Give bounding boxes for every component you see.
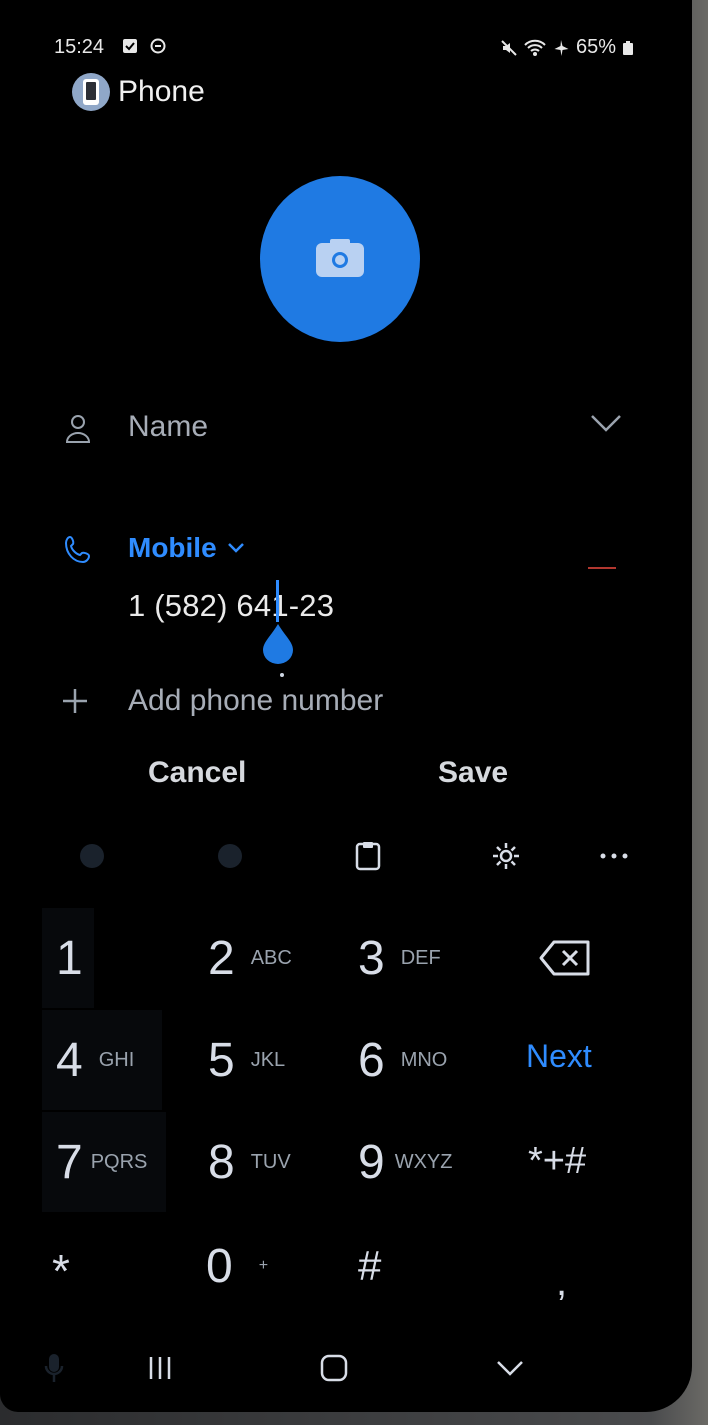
key-letters: PQRS [90, 1150, 148, 1173]
key-digit: 7 [56, 1135, 83, 1189]
key-digit: 5 [208, 1033, 235, 1087]
back-chevron-down-icon[interactable] [490, 1348, 530, 1388]
gear-icon[interactable] [490, 840, 522, 872]
phone-number-input[interactable]: 1 (582) 641-23 [128, 588, 334, 624]
key-1[interactable]: 1 [42, 908, 94, 1008]
backspace-key[interactable] [538, 908, 598, 1008]
key-letters: ABC [250, 946, 292, 969]
key-digit: 6 [358, 1033, 385, 1087]
airplane-icon [554, 39, 569, 56]
key-digit: 1 [56, 931, 83, 985]
status-time: 15:24 [54, 36, 105, 58]
battery-icon [623, 40, 633, 55]
app-bar: Phone [72, 72, 205, 112]
key-8[interactable]: 8 TUV [208, 1112, 328, 1212]
more-options-icon[interactable] [598, 840, 630, 872]
key-7[interactable]: 7 PQRS [42, 1112, 166, 1212]
phone-icon [64, 535, 91, 564]
key-letters: WXYZ [394, 1150, 453, 1173]
key-digit: 3 [358, 931, 385, 985]
key-digit: 4 [56, 1033, 83, 1087]
clipboard-icon[interactable] [352, 840, 384, 872]
status-bar: 15:24 65% [54, 30, 634, 64]
chevron-down-icon[interactable] [586, 408, 626, 438]
key-letters: MNO [400, 1048, 448, 1071]
text-cursor [276, 580, 279, 622]
voice-input-icon[interactable] [34, 1348, 74, 1388]
key-letters: TUV [250, 1150, 291, 1173]
check-icon [123, 39, 137, 53]
app-title: Phone [118, 75, 205, 108]
camera-icon [316, 239, 364, 277]
key-0[interactable]: 0 + [206, 1216, 306, 1316]
key-4[interactable]: 4 GHI [42, 1010, 162, 1110]
hash-key[interactable]: # [358, 1242, 381, 1290]
key-digit: 0 [206, 1239, 233, 1293]
key-6[interactable]: 6 MNO [358, 1010, 488, 1110]
add-phone-number-button[interactable]: Add phone number [60, 684, 383, 718]
backspace-icon [539, 940, 590, 976]
key-9[interactable]: 9 WXYZ [358, 1112, 488, 1212]
phone-type-dropdown[interactable]: Mobile [128, 532, 245, 564]
key-letters: JKL [250, 1048, 286, 1071]
add-photo-button[interactable] [260, 176, 420, 342]
key-digit: 2 [208, 931, 235, 985]
person-icon [65, 415, 91, 443]
add-phone-number-label: Add phone number [128, 684, 384, 717]
handle-dot [280, 673, 284, 677]
chevron-down-icon [227, 543, 244, 553]
key-5[interactable]: 5 JKL [208, 1010, 328, 1110]
key-2[interactable]: 2 ABC [208, 908, 328, 1008]
key-letters: DEF [400, 946, 441, 969]
sticker-icon[interactable] [214, 840, 246, 872]
phone-app-icon [72, 73, 110, 111]
emoji-icon[interactable] [76, 840, 108, 872]
wifi-icon [524, 39, 546, 56]
key-3[interactable]: 3 DEF [358, 908, 478, 1008]
key-letters: + [258, 1257, 269, 1274]
device-frame: 15:24 65% Phone Name Mobile 1 (582) 641-… [0, 0, 708, 1425]
comma-key[interactable]: , [556, 1260, 567, 1305]
text-selection-handle[interactable] [261, 624, 295, 664]
phone-screen: 15:24 65% Phone Name Mobile 1 (582) 641-… [0, 0, 692, 1412]
home-icon[interactable] [314, 1348, 354, 1388]
key-digit: 9 [358, 1135, 385, 1189]
plus-icon [63, 689, 87, 713]
remove-phone-button[interactable] [588, 567, 616, 569]
battery-percent: 65% [575, 36, 616, 58]
status-right-group: 65% [500, 36, 634, 59]
recent-apps-icon[interactable] [140, 1348, 180, 1388]
mute-icon [501, 39, 517, 56]
save-button[interactable]: Save [438, 756, 508, 790]
symbols-key[interactable]: *+# [528, 1140, 586, 1183]
phone-type-label: Mobile [128, 532, 217, 563]
sync-icon [150, 38, 166, 54]
name-input[interactable]: Name [128, 410, 208, 444]
star-key[interactable]: * [52, 1244, 70, 1298]
cancel-button[interactable]: Cancel [148, 756, 246, 790]
key-letters: GHI [98, 1048, 135, 1071]
next-key[interactable]: Next [526, 1038, 592, 1075]
key-digit: 8 [208, 1135, 235, 1189]
